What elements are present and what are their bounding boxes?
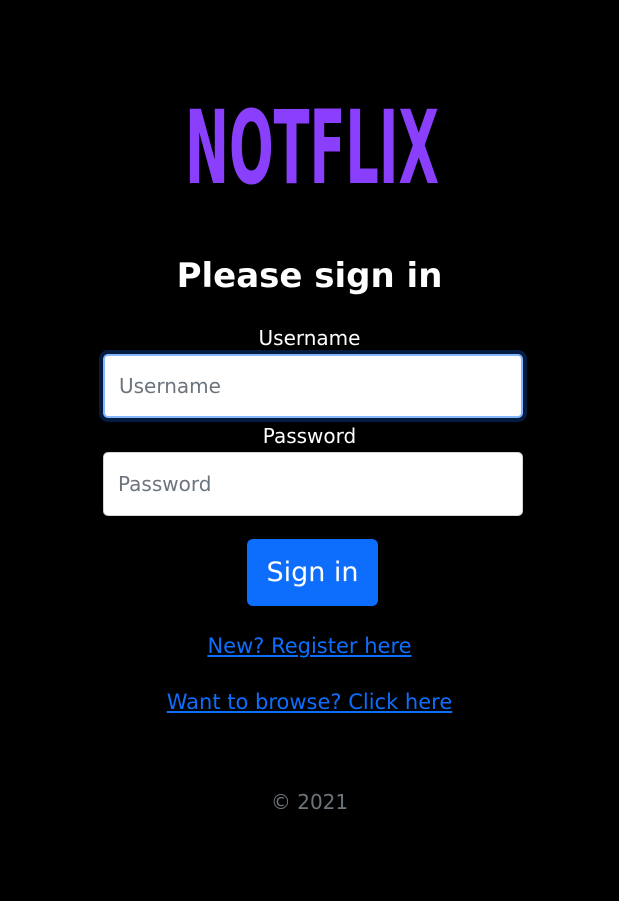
page-title: Please sign in — [176, 256, 443, 296]
logo-text: NOTFLIX — [185, 93, 439, 198]
register-link[interactable]: New? Register here — [207, 634, 411, 658]
password-input[interactable] — [103, 452, 523, 516]
username-label: Username — [258, 326, 361, 350]
browse-link-container: Want to browse? Click here — [0, 689, 619, 715]
password-label: Password — [262, 424, 357, 448]
notflix-logo: NOTFLIX — [183, 93, 441, 198]
username-input[interactable] — [103, 354, 523, 418]
copyright-footer: © 2021 — [270, 790, 349, 814]
register-link-container: New? Register here — [0, 633, 619, 659]
sign-in-button[interactable]: Sign in — [247, 539, 378, 606]
logo-image: NOTFLIX — [185, 93, 439, 198]
browse-link[interactable]: Want to browse? Click here — [167, 690, 453, 714]
